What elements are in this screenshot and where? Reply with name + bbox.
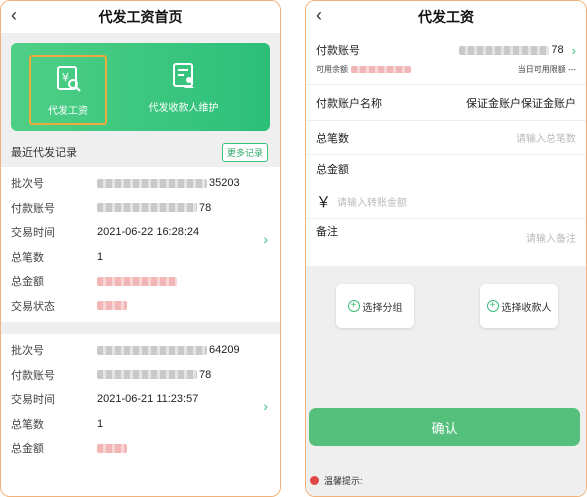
masked-value: [97, 443, 127, 453]
svg-text:¥: ¥: [62, 71, 69, 84]
account-name-label: 付款账户名称: [316, 97, 382, 110]
chevron-right-icon[interactable]: ›: [263, 231, 268, 247]
more-records-button[interactable]: 更多记录: [221, 142, 268, 162]
recent-records-title: 最近代发记录: [11, 147, 77, 159]
form-page-title: 代发工资: [418, 9, 474, 25]
plus-circle-icon: +: [347, 300, 360, 312]
account-label: 付款账号: [11, 202, 55, 215]
total-amount-section[interactable]: 总金额 ￥ 请输入转账金额: [306, 155, 586, 219]
record-card[interactable]: 批次号 35203 付款账号 78 交易时间 2021-06-22 16:28:…: [1, 167, 280, 322]
yen-document-icon: ¥: [54, 64, 82, 98]
balance-row: 可用余额 当日可用限额 ---: [316, 64, 576, 75]
masked-value: [97, 370, 197, 380]
total-count-label: 总笔数: [316, 132, 349, 145]
record-row-account: 付款账号 78: [11, 363, 268, 388]
time-label: 交易时间: [11, 227, 55, 240]
pay-account-row: 付款账号 78 ›: [316, 42, 576, 58]
plus-circle-icon: +: [486, 300, 499, 312]
status-label: 交易状态: [11, 300, 55, 313]
confirm-button[interactable]: 确认: [309, 408, 580, 446]
pay-account-section[interactable]: 付款账号 78 › 可用余额 当日可用限额 ---: [306, 33, 586, 85]
count-value: 1: [97, 250, 104, 263]
record-row-amount: 总金额: [11, 436, 268, 461]
masked-value: [351, 66, 411, 73]
form-nav-bar: ‹ 代发工资: [306, 1, 586, 33]
record-card[interactable]: 批次号 64209 付款账号 78 交易时间 2021-06-21 11:23:…: [1, 334, 280, 465]
salary-home-screen: ‹ 代发工资首页 ¥ 代发工资 代发收款人维护 最近代发记录 更多记录 批次号 …: [0, 0, 281, 497]
note-label: 备注: [316, 226, 338, 238]
yen-icon: ￥: [316, 194, 332, 211]
masked-value: [97, 276, 177, 286]
amount-input[interactable]: 请输入转账金额: [337, 194, 407, 209]
select-group-button[interactable]: + 选择分组: [336, 284, 414, 328]
account-name-row: 付款账户名称 保证金账户保证金账户: [306, 85, 586, 121]
warm-tip-label: 温馨提示:: [324, 476, 363, 486]
chevron-right-icon[interactable]: ›: [263, 398, 268, 414]
record-row-status: 交易状态: [11, 294, 268, 319]
batch-label: 批次号: [11, 345, 44, 358]
masked-value: [97, 178, 207, 188]
note-input[interactable]: 请输入备注: [526, 230, 576, 245]
account-label: 付款账号: [11, 369, 55, 382]
select-group-label: 选择分组: [362, 302, 403, 314]
back-icon[interactable]: ‹: [316, 5, 322, 26]
chevron-right-icon[interactable]: ›: [572, 43, 576, 58]
count-label: 总笔数: [11, 418, 44, 431]
total-count-input[interactable]: 请输入总笔数: [516, 130, 576, 145]
record-row-amount: 总金额: [11, 269, 268, 294]
note-row[interactable]: 备注 请输入备注: [306, 219, 586, 259]
salary-form-screen: ‹ 代发工资 付款账号 78 › 可用余额 当日可用限额 --- 付款账户名称 …: [305, 0, 587, 497]
pay-salary-label: 代发工资: [48, 105, 88, 117]
masked-value: [97, 345, 207, 355]
select-payee-label: 选择收款人: [501, 302, 552, 314]
batch-value: 64209: [209, 344, 240, 357]
masked-value: [459, 45, 550, 55]
screenshot-stage: ‹ 代发工资首页 ¥ 代发工资 代发收款人维护 最近代发记录 更多记录 批次号 …: [0, 0, 587, 497]
masked-value: [97, 301, 127, 311]
amount-label: 总金额: [11, 443, 44, 456]
banner-band: ¥ 代发工资 代发收款人维护: [1, 33, 280, 137]
time-value: 2021-06-22 16:28:24: [97, 226, 200, 239]
payee-maintain-label: 代发收款人维护: [148, 102, 219, 114]
user-document-icon: [170, 61, 198, 95]
count-value: 1: [97, 417, 104, 430]
time-value: 2021-06-21 11:23:57: [97, 393, 199, 406]
daily-limit-label: 当日可用限额 ---: [517, 65, 576, 74]
batch-label: 批次号: [11, 178, 44, 191]
account-value: 78: [199, 368, 212, 381]
recent-records-header: 最近代发记录 更多记录: [1, 137, 280, 167]
feature-banner: ¥ 代发工资 代发收款人维护: [11, 43, 270, 131]
pay-account-label: 付款账号: [316, 45, 360, 57]
record-row-batch: 批次号 64209: [11, 338, 268, 363]
account-name-value: 保证金账户保证金账户: [466, 97, 576, 110]
pay-salary-button[interactable]: ¥ 代发工资: [29, 55, 107, 125]
record-row-time: 交易时间 2021-06-21 11:23:57: [11, 387, 268, 412]
count-label: 总笔数: [11, 251, 44, 264]
record-row-batch: 批次号 35203: [11, 171, 268, 196]
record-row-count: 总笔数 1: [11, 245, 268, 270]
account-value: 78: [199, 201, 212, 214]
masked-value: [97, 203, 197, 213]
batch-value: 35203: [209, 177, 240, 190]
alert-dot-icon: [310, 476, 319, 485]
total-amount-label: 总金额: [316, 164, 349, 176]
select-payee-button[interactable]: + 选择收款人: [480, 284, 558, 328]
home-nav-bar: ‹ 代发工资首页: [1, 1, 280, 33]
total-count-row[interactable]: 总笔数 请输入总笔数: [306, 121, 586, 155]
record-row-time: 交易时间 2021-06-22 16:28:24: [11, 220, 268, 245]
time-label: 交易时间: [11, 394, 55, 407]
home-page-title: 代发工资首页: [98, 9, 183, 25]
amount-label: 总金额: [11, 276, 44, 289]
payee-maintain-button[interactable]: 代发收款人维护: [107, 43, 260, 131]
action-area: + 选择分组 + 选择收款人 确认 温馨提示:: [306, 266, 586, 496]
back-icon[interactable]: ‹: [11, 5, 17, 26]
pay-account-value: 78: [551, 44, 564, 56]
record-row-account: 付款账号 78: [11, 196, 268, 221]
record-separator: [1, 322, 280, 334]
record-row-count: 总笔数 1: [11, 412, 268, 437]
warm-tip: 温馨提示:: [310, 474, 363, 487]
balance-label: 可用余额: [316, 65, 348, 74]
